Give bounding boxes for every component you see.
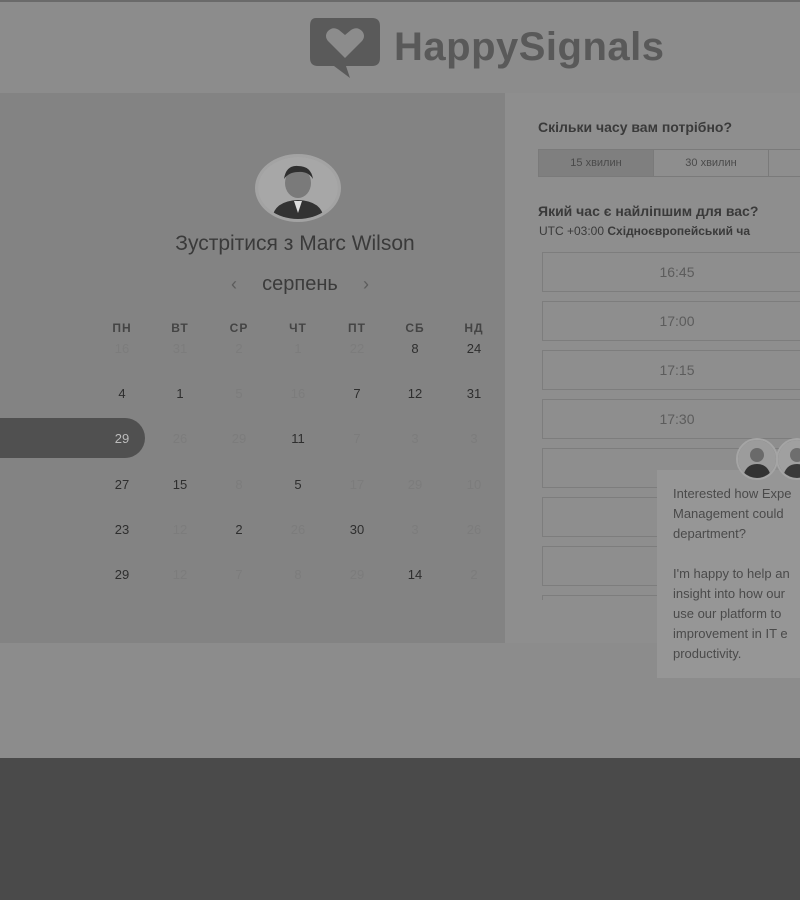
calendar-day: 12 — [172, 522, 188, 537]
month-label: серпень — [262, 272, 338, 295]
weekday-label: СБ — [405, 321, 425, 335]
calendar-day: 10 — [466, 477, 482, 492]
duration-tabs: 15 хвилин 30 хвилин — [538, 149, 800, 177]
calendar-day: 29 — [407, 477, 423, 492]
calendar-day[interactable]: 11 — [269, 431, 327, 446]
chevron-right-icon[interactable]: › — [357, 274, 375, 295]
timezone-label[interactable]: UTC +03:00 Східноєвропейський ча — [539, 224, 750, 238]
calendar-week-row: 4 1 5 16 7 12 31 — [93, 386, 505, 416]
calendar-day: 12 — [172, 567, 188, 582]
brand-name: HappySignals — [394, 24, 665, 69]
top-border — [0, 0, 800, 2]
calendar-day[interactable]: 14 — [386, 567, 444, 582]
calendar-day: 16 — [114, 341, 130, 356]
calendar-day: 3 — [470, 431, 478, 446]
duration-question: Скільки часу вам потрібно? — [538, 119, 733, 135]
calendar-day: 29 — [349, 567, 365, 582]
calendar-week-row: 16 31 2 1 22 8 24 — [93, 341, 505, 371]
calendar-week-row: 29 26 29 11 7 3 3 — [93, 431, 505, 461]
calendar-day[interactable]: 30 — [328, 522, 386, 537]
calendar-day: 26 — [290, 522, 306, 537]
calendar-day: 2 — [235, 341, 243, 356]
weekday-label: СР — [229, 321, 249, 335]
calendar-day: 7 — [235, 567, 243, 582]
host-avatar — [255, 154, 341, 222]
calendar-day: 16 — [290, 386, 306, 401]
calendar-day: 26 — [172, 431, 188, 446]
weekday-label: ЧТ — [289, 321, 307, 335]
calendar-day[interactable]: 7 — [328, 386, 386, 401]
calendar-day[interactable]: 12 — [386, 386, 444, 401]
heart-chat-icon — [310, 18, 380, 78]
time-slot[interactable]: 16:45 — [542, 252, 800, 292]
calendar-day[interactable]: 2 — [210, 522, 268, 537]
calendar-day[interactable]: 4 — [93, 386, 151, 401]
calendar-day: 3 — [411, 522, 419, 537]
calendar-day[interactable]: 15 — [151, 477, 209, 492]
chat-avatars — [736, 438, 800, 480]
calendar-day[interactable]: 31 — [445, 386, 503, 401]
calendar-day: 22 — [349, 341, 365, 356]
duration-tab[interactable] — [769, 150, 800, 176]
chat-message: Interested how Expe Management could dep… — [673, 486, 792, 661]
calendar-day: 29 — [231, 431, 247, 446]
calendar-day[interactable]: 23 — [93, 522, 151, 537]
agent-avatar — [736, 438, 778, 480]
calendar-day: 8 — [235, 477, 243, 492]
calendar-day[interactable]: 29 — [93, 567, 151, 582]
calendar-day: 5 — [235, 386, 243, 401]
weekday-label: ПТ — [348, 321, 366, 335]
time-question: Який час є найліпшим для вас? — [538, 203, 759, 219]
chevron-left-icon[interactable]: ‹ — [225, 274, 243, 295]
duration-tab[interactable]: 15 хвилин — [539, 150, 654, 176]
calendar-day: 2 — [470, 567, 478, 582]
calendar-day: 1 — [294, 341, 302, 356]
calendar-week-row: 29 12 7 8 29 14 2 — [93, 567, 505, 597]
calendar-day[interactable]: 24 — [445, 341, 503, 356]
calendar-day[interactable]: 27 — [93, 477, 151, 492]
weekday-label: НД — [464, 321, 484, 335]
calendar-day: 17 — [349, 477, 365, 492]
agent-avatar — [776, 438, 800, 480]
time-slot[interactable]: 17:15 — [542, 350, 800, 390]
brand-logo[interactable]: HappySignals — [306, 14, 706, 80]
calendar-day[interactable]: 8 — [386, 341, 444, 356]
time-slot[interactable]: 17:00 — [542, 301, 800, 341]
calendar-day[interactable]: 1 — [151, 386, 209, 401]
calendar-week-row: 23 12 2 26 30 3 26 — [93, 522, 505, 552]
calendar-week-row: 27 15 8 5 17 29 10 — [93, 477, 505, 507]
time-slot[interactable]: 17:30 — [542, 399, 800, 439]
calendar-day: 7 — [353, 431, 361, 446]
selected-day[interactable]: 29 — [93, 431, 151, 446]
page-footer — [0, 758, 800, 900]
calendar-day: 3 — [411, 431, 419, 446]
duration-tab[interactable]: 30 хвилин — [654, 150, 769, 176]
calendar-day[interactable]: 5 — [269, 477, 327, 492]
weekday-label: ПН — [112, 321, 132, 335]
calendar-day: 31 — [172, 341, 188, 356]
weekday-label: ВТ — [171, 321, 189, 335]
calendar-day: 26 — [466, 522, 482, 537]
host-title: Зустрітися з Marc Wilson — [175, 232, 415, 255]
calendar-day: 8 — [294, 567, 302, 582]
month-navigation: ‹ серпень › — [225, 270, 375, 298]
